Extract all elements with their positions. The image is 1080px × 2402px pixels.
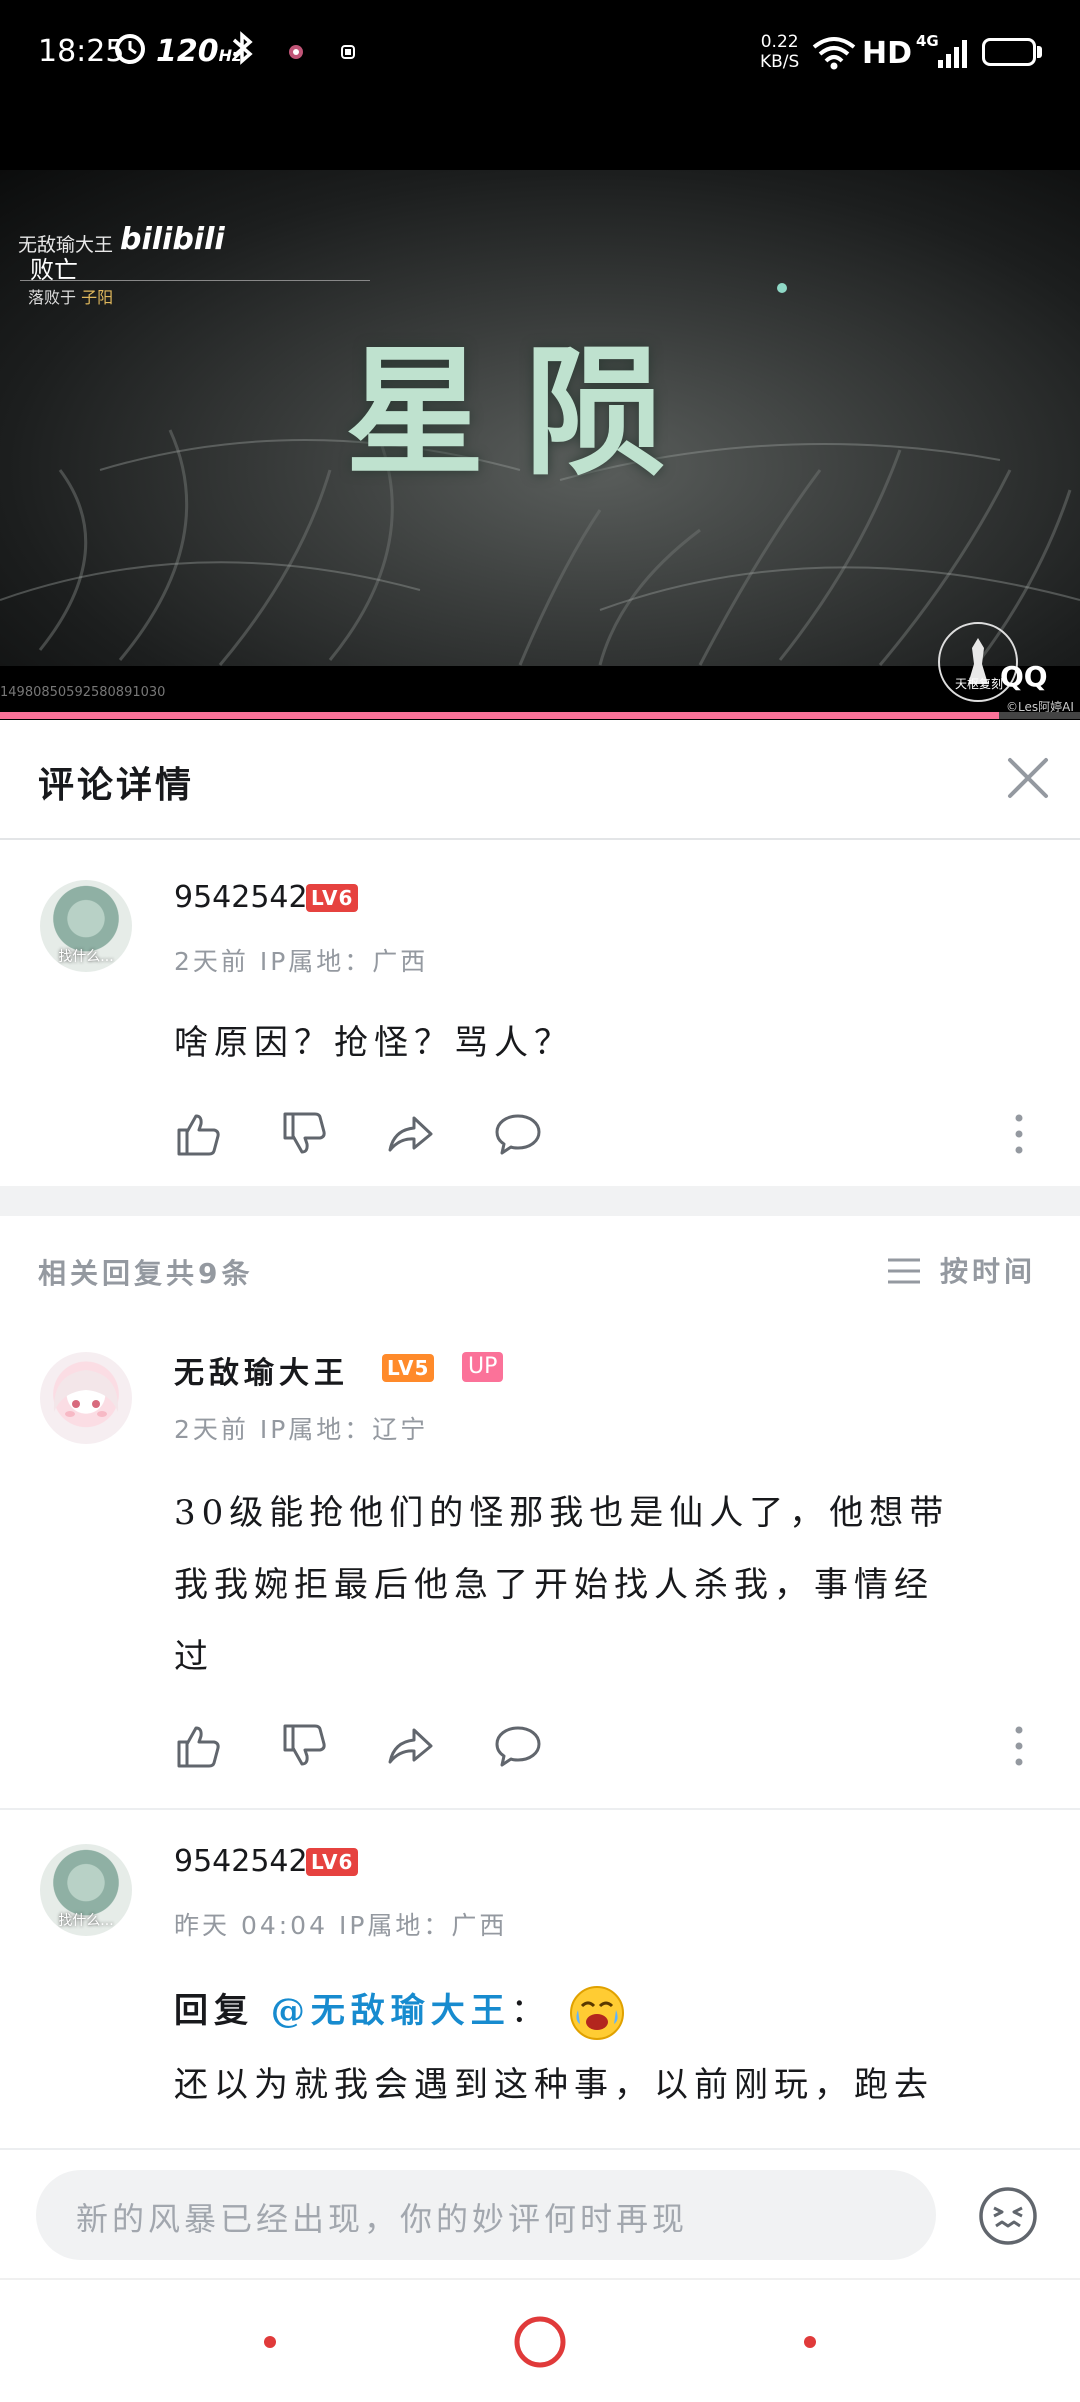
related-reply-count: 相关回复共9条 xyxy=(38,1257,254,1290)
video-progress-bar[interactable] xyxy=(0,712,1080,719)
hd-indicator: HD xyxy=(862,36,913,71)
level-badge: LV6 xyxy=(306,884,359,912)
battery-tip xyxy=(1037,46,1042,58)
close-icon[interactable] xyxy=(1000,750,1056,806)
reply-meta: 2天前 IP属地：辽宁 xyxy=(174,1415,429,1444)
video-watermark-id: 14980850592580891030 xyxy=(0,685,166,700)
mention-link[interactable]: @无敌瑜大王 xyxy=(271,1991,511,2031)
alarm-icon xyxy=(115,34,145,64)
level-badge: LV5 xyxy=(382,1354,435,1382)
share-icon[interactable] xyxy=(386,1110,434,1158)
comment-input-placeholder: 新的风暴已经出现，你的妙评何时再现 xyxy=(76,2200,689,2238)
video-overlay-defeat: 落败于 子阳 xyxy=(28,288,114,307)
network-type: 4G xyxy=(916,32,939,50)
network-speed: 0.22 KB/S xyxy=(760,32,800,72)
reply-icon[interactable] xyxy=(494,1722,542,1770)
wifi-icon xyxy=(812,37,856,70)
section-divider xyxy=(0,1186,1080,1216)
nav-menu-button[interactable] xyxy=(264,2336,276,2348)
video-overlay-divider xyxy=(20,280,370,281)
comment-username[interactable]: 9542542 xyxy=(174,880,308,915)
bilibili-logo: bilibili xyxy=(120,222,225,257)
refresh-rate: 120Hz xyxy=(156,34,242,69)
crying-laugh-emoji-icon xyxy=(569,1986,624,2040)
more-options-icon[interactable] xyxy=(1014,1722,1024,1770)
level-badge: LV6 xyxy=(306,1848,359,1876)
page-title: 评论详情 xyxy=(38,765,195,806)
reply-meta: 昨天 04:04 IP属地：广西 xyxy=(174,1911,508,1940)
video-frame: 星陨 无敌瑜大王 bilibili 败亡 落败于 子阳 149808505925… xyxy=(0,170,1080,714)
comment-input[interactable]: 新的风暴已经出现，你的妙评何时再现 xyxy=(36,2170,936,2260)
reply-text-line: 还以为就我会遇到这种事，以前刚玩，跑去 xyxy=(174,2065,934,2105)
dislike-icon[interactable] xyxy=(280,1722,328,1770)
avatar[interactable]: 找什么... xyxy=(40,1844,132,1936)
battery-icon: 73 xyxy=(982,38,1036,66)
signal-icon xyxy=(938,40,967,68)
video-player[interactable]: 星陨 无敌瑜大王 bilibili 败亡 落败于 子阳 149808505925… xyxy=(0,110,1080,720)
share-icon[interactable] xyxy=(386,1722,434,1770)
reply-icon[interactable] xyxy=(494,1110,542,1158)
qq-logo: QQ xyxy=(1000,660,1048,693)
comment-text: 啥原因？抢怪？骂人？ xyxy=(174,1023,574,1063)
up-badge: UP xyxy=(462,1352,504,1382)
like-icon[interactable] xyxy=(174,1722,222,1770)
status-bar: 18:25 120Hz 0.22 KB/S HD 4G 73 xyxy=(0,0,1080,110)
avatar-caption: 找什么... xyxy=(58,949,114,965)
reply-divider xyxy=(0,1808,1080,1810)
reply-text-line: 我我婉拒最后他急了开始找人杀我，事情经 xyxy=(174,1565,934,1605)
reply-prefix: 回复 xyxy=(174,1991,254,2031)
reply-text-line: 过 xyxy=(174,1637,214,1677)
emoji-icon[interactable] xyxy=(976,2184,1040,2248)
app-notification-icon xyxy=(289,45,303,59)
video-title-text: 星陨 xyxy=(345,331,706,495)
system-navigation-bar xyxy=(0,2278,1080,2402)
dislike-icon[interactable] xyxy=(280,1110,328,1158)
bluetooth-icon xyxy=(232,31,253,65)
comment-meta: 2天前 IP属地：广西 xyxy=(174,947,429,976)
avatar[interactable]: 找什么... xyxy=(40,880,132,972)
sort-by-time-button[interactable]: 按时间 xyxy=(940,1250,1036,1290)
anime-girl-avatar-image xyxy=(53,1370,119,1417)
reply-username[interactable]: 无敌瑜大王 xyxy=(174,1348,349,1392)
reply-colon: ： xyxy=(510,1991,551,2031)
home-icon[interactable] xyxy=(512,2314,568,2370)
game-badge-text: 天枢复刻 xyxy=(955,677,1004,691)
comment-detail-header: 评论详情 xyxy=(0,720,1080,840)
reply-mention-line: 回复 @无敌瑜大王： xyxy=(174,1974,1054,2048)
video-progress-fill xyxy=(0,712,999,719)
sort-icon[interactable] xyxy=(886,1256,922,1286)
like-icon[interactable] xyxy=(174,1110,222,1158)
more-options-icon[interactable] xyxy=(1014,1110,1024,1158)
battery-level: 73 xyxy=(997,40,1021,60)
nav-back-button[interactable] xyxy=(804,2336,816,2348)
app-notification-icon-2 xyxy=(341,45,355,59)
comment-input-bar: 新的风暴已经出现，你的妙评何时再现 xyxy=(0,2148,1080,2280)
reply-text-line: 30级能抢他们的怪那我也是仙人了，他想带 xyxy=(174,1493,950,1533)
avatar[interactable] xyxy=(40,1352,132,1444)
avatar-caption: 找什么... xyxy=(58,1913,114,1929)
reply-username[interactable]: 9542542 xyxy=(174,1844,308,1879)
